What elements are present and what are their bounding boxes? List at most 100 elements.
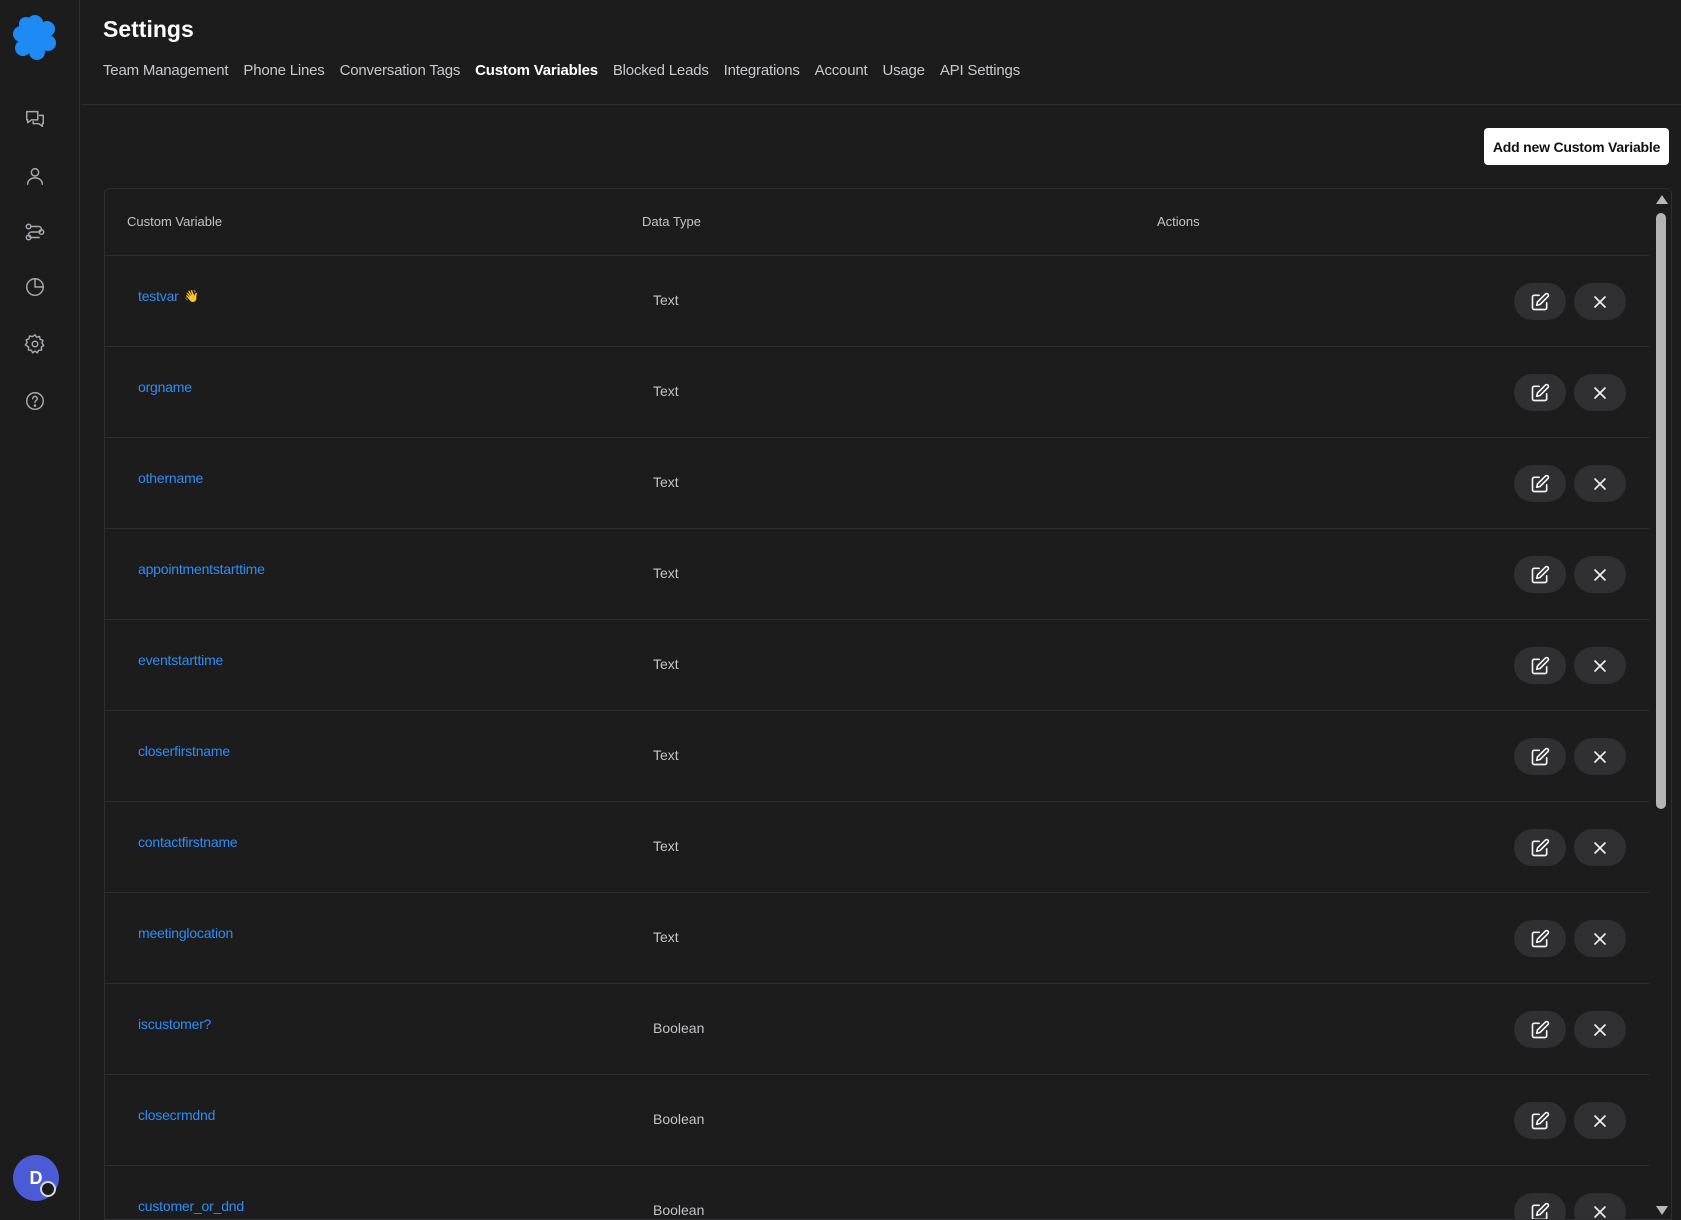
table-row: closecrmdnd Boolean	[105, 1075, 1649, 1166]
table-row: othername Text	[105, 438, 1649, 529]
column-header-data-type: Data Type	[642, 214, 702, 229]
edit-button[interactable]	[1514, 556, 1566, 593]
edit-icon	[1531, 838, 1550, 856]
scroll-thumb[interactable]	[1656, 213, 1666, 809]
variable-name-link[interactable]: contactfirstname	[138, 834, 238, 850]
close-icon	[1594, 1205, 1606, 1218]
tab-team-management[interactable]: Team Management	[103, 62, 229, 79]
delete-button[interactable]	[1574, 1011, 1626, 1048]
tab-usage[interactable]: Usage	[882, 62, 925, 79]
variable-name-link[interactable]: appointmentstarttime	[138, 561, 265, 577]
delete-button[interactable]	[1574, 283, 1626, 320]
workflows-icon[interactable]	[20, 217, 50, 247]
close-icon	[1594, 841, 1606, 854]
variable-name-link[interactable]: testvar	[138, 288, 179, 304]
close-icon	[1594, 477, 1606, 490]
delete-button[interactable]	[1574, 738, 1626, 775]
page-title: Settings	[103, 16, 194, 42]
table-row: orgname Text	[105, 347, 1649, 438]
data-type-cell: Text	[653, 383, 679, 399]
data-type-cell: Boolean	[653, 1111, 705, 1127]
tab-integrations[interactable]: Integrations	[724, 62, 800, 79]
delete-button[interactable]	[1574, 1193, 1626, 1219]
table-header: Custom Variable Data Type Actions	[105, 189, 1649, 256]
vertical-scrollbar[interactable]	[1650, 189, 1671, 1219]
delete-button[interactable]	[1574, 556, 1626, 593]
table-row: iscustomer? Boolean	[105, 984, 1649, 1075]
tab-account[interactable]: Account	[815, 62, 868, 79]
conversations-icon[interactable]	[20, 104, 50, 134]
close-icon	[1594, 386, 1606, 399]
edit-button[interactable]	[1514, 1193, 1566, 1219]
table-row: customer_or_dnd Boolean	[105, 1166, 1649, 1219]
data-type-cell: Boolean	[653, 1020, 705, 1036]
tab-api-settings[interactable]: API Settings	[940, 62, 1020, 79]
edit-icon	[1531, 292, 1550, 310]
edit-icon	[1531, 747, 1550, 765]
table-row: contactfirstname Text	[105, 802, 1649, 893]
edit-icon	[1531, 383, 1550, 401]
brand-logo[interactable]	[12, 14, 58, 60]
edit-button[interactable]	[1514, 374, 1566, 411]
close-icon	[1594, 659, 1606, 672]
table-row: closerfirstname Text	[105, 711, 1649, 802]
data-type-cell: Text	[653, 565, 679, 581]
tab-phone-lines[interactable]: Phone Lines	[243, 62, 324, 79]
table-body: testvar 👋 Text orgname Text othername Text appo…	[105, 256, 1649, 1219]
edit-button[interactable]	[1514, 465, 1566, 502]
edit-icon	[1531, 656, 1550, 674]
delete-button[interactable]	[1574, 920, 1626, 957]
sidebar: D	[0, 0, 80, 1220]
variable-name-link[interactable]: customer_or_dnd	[138, 1198, 244, 1214]
edit-icon	[1531, 474, 1550, 492]
settings-icon[interactable]	[20, 329, 50, 359]
delete-button[interactable]	[1574, 1102, 1626, 1139]
edit-icon	[1531, 1111, 1550, 1129]
tab-conversation-tags[interactable]: Conversation Tags	[340, 62, 461, 79]
edit-button[interactable]	[1514, 829, 1566, 866]
data-type-cell: Text	[653, 474, 679, 490]
data-type-cell: Text	[653, 747, 679, 763]
edit-icon	[1531, 1020, 1550, 1038]
scroll-up-arrow[interactable]	[1656, 195, 1668, 204]
tab-custom-variables[interactable]: Custom Variables	[475, 62, 598, 79]
settings-app: D Settings Team Management Phone Lines Con…	[0, 0, 1681, 1220]
variable-name-link[interactable]: orgname	[138, 379, 192, 395]
header-divider	[81, 104, 1681, 105]
edit-button[interactable]	[1514, 738, 1566, 775]
edit-button[interactable]	[1514, 283, 1566, 320]
analytics-icon[interactable]	[20, 272, 50, 302]
delete-button[interactable]	[1574, 829, 1626, 866]
wave-icon: 👋	[184, 289, 199, 303]
delete-button[interactable]	[1574, 647, 1626, 684]
delete-button[interactable]	[1574, 374, 1626, 411]
edit-button[interactable]	[1514, 1011, 1566, 1048]
edit-button[interactable]	[1514, 920, 1566, 957]
variable-name-link[interactable]: iscustomer?	[138, 1016, 211, 1032]
close-icon	[1594, 1114, 1606, 1127]
data-type-cell: Text	[653, 292, 679, 308]
table-row: appointmentstarttime Text	[105, 529, 1649, 620]
scroll-down-arrow[interactable]	[1656, 1206, 1668, 1215]
data-type-cell: Boolean	[653, 1202, 705, 1218]
tab-blocked-leads[interactable]: Blocked Leads	[613, 62, 709, 79]
edit-button[interactable]	[1514, 1102, 1566, 1139]
variable-name-link[interactable]: meetinglocation	[138, 925, 233, 941]
delete-button[interactable]	[1574, 465, 1626, 502]
edit-button[interactable]	[1514, 647, 1566, 684]
contacts-icon[interactable]	[20, 161, 50, 191]
data-type-cell: Text	[653, 838, 679, 854]
help-icon[interactable]	[20, 386, 50, 416]
variable-name-link[interactable]: closerfirstname	[138, 743, 230, 759]
column-header-actions: Actions	[1157, 214, 1200, 229]
variable-name-link[interactable]: eventstarttime	[138, 652, 223, 668]
variable-name-link[interactable]: othername	[138, 470, 203, 486]
settings-tabs: Team Management Phone Lines Conversation T…	[103, 62, 1020, 79]
add-custom-variable-button[interactable]: Add new Custom Variable	[1484, 128, 1669, 165]
data-type-cell: Text	[653, 929, 679, 945]
variable-name-link[interactable]: closecrmdnd	[138, 1107, 215, 1123]
table-row: eventstarttime Text	[105, 620, 1649, 711]
column-header-custom-variable: Custom Variable	[127, 214, 223, 229]
status-indicator	[40, 1181, 56, 1197]
close-icon	[1594, 568, 1606, 581]
